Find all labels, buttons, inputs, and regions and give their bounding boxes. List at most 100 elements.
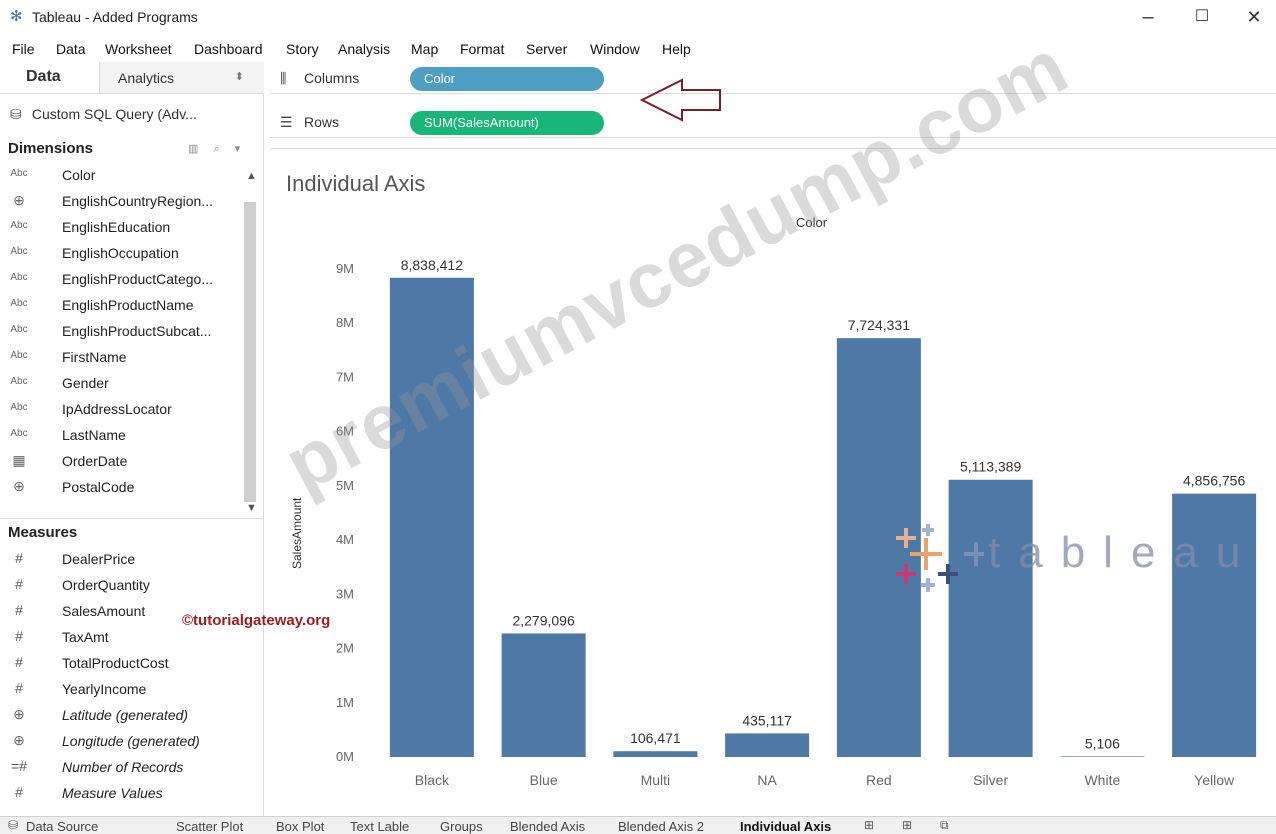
- dimension-field-label: EnglishEducation: [62, 219, 171, 235]
- dimension-field-label: IpAddressLocator: [62, 401, 172, 417]
- number-type-icon: #: [15, 654, 23, 670]
- maximize-button[interactable]: ☐: [1184, 4, 1220, 30]
- new-worksheet-icon[interactable]: ⊞: [864, 818, 874, 832]
- measure-field[interactable]: # DealerPrice: [0, 550, 240, 576]
- measure-field-label: Number of Records: [62, 759, 184, 775]
- menu-story[interactable]: Story: [286, 41, 319, 57]
- dimensions-heading: Dimensions: [8, 140, 94, 157]
- measure-field-label: TotalProductCost: [62, 655, 169, 671]
- dimension-field[interactable]: Abc EnglishProductCatego...: [0, 270, 240, 296]
- tab-individual-axis[interactable]: Individual Axis: [740, 819, 831, 834]
- chevron-down-icon[interactable]: ▼: [246, 502, 257, 514]
- data-label: 8,838,412: [401, 257, 463, 273]
- tab-groups[interactable]: Groups: [440, 819, 483, 834]
- dimension-field-label: Gender: [62, 375, 109, 391]
- tab-box-plot[interactable]: Box Plot: [276, 819, 324, 834]
- dimension-field[interactable]: ▦ OrderDate: [0, 452, 240, 478]
- x-tick-label: Yellow: [1194, 772, 1235, 788]
- menu-dashboard[interactable]: Dashboard: [194, 41, 263, 57]
- dimensions-scrollbar[interactable]: [244, 202, 256, 502]
- tab-analytics-label: Analytics: [118, 70, 175, 86]
- globe-icon: ⊕: [13, 478, 25, 494]
- measure-field[interactable]: # TaxAmt: [0, 628, 240, 654]
- datasource-tab-icon: ⛁: [8, 818, 19, 832]
- measure-field[interactable]: =# Number of Records: [0, 758, 240, 784]
- bar-na[interactable]: [725, 733, 810, 757]
- menu-server[interactable]: Server: [526, 41, 567, 57]
- close-button[interactable]: ✕: [1236, 4, 1272, 30]
- bar-blue[interactable]: [501, 633, 586, 757]
- data-pane: Data Analytics ⬍ ⛁ Custom SQL Query (Adv…: [0, 62, 264, 816]
- measure-field[interactable]: # TotalProductCost: [0, 654, 240, 680]
- y-tick-label: 7M: [336, 369, 354, 384]
- y-tick-label: 9M: [336, 261, 354, 276]
- rows-pill-sum-salesamount[interactable]: SUM(SalesAmount): [410, 111, 604, 135]
- dimension-field-label: OrderDate: [62, 453, 128, 469]
- data-label: 7,724,331: [848, 317, 910, 333]
- dimension-field[interactable]: Abc Gender: [0, 374, 240, 400]
- chevron-up-icon[interactable]: ▲: [246, 170, 257, 182]
- data-label: 4,856,756: [1183, 473, 1245, 489]
- data-label: 106,471: [630, 730, 681, 746]
- bar-multi[interactable]: [613, 751, 698, 757]
- tab-scatter-plot[interactable]: Scatter Plot: [176, 819, 243, 834]
- dimension-field[interactable]: Abc LastName: [0, 426, 240, 452]
- tab-blended-axis[interactable]: Blended Axis: [510, 819, 585, 834]
- number-type-icon: #: [15, 784, 23, 800]
- tableau-app-icon: ✻: [10, 8, 23, 25]
- menu-map[interactable]: Map: [411, 41, 438, 57]
- columns-icon: ⫼: [280, 70, 287, 86]
- menu-file[interactable]: File: [12, 41, 35, 57]
- columns-label: Columns: [304, 70, 360, 86]
- menu-format[interactable]: Format: [460, 41, 504, 57]
- dimension-field[interactable]: Abc EnglishOccupation: [0, 244, 240, 270]
- globe-icon: ⊕: [13, 732, 25, 748]
- annotation-arrow: [640, 78, 721, 122]
- tab-text-lable[interactable]: Text Lable: [350, 819, 409, 834]
- dimension-field[interactable]: Abc FirstName: [0, 348, 240, 374]
- measure-field[interactable]: # YearlyIncome: [0, 680, 240, 706]
- string-type-icon: Abc: [10, 376, 28, 387]
- tab-data[interactable]: Data: [0, 62, 100, 94]
- menu-data[interactable]: Data: [56, 41, 86, 57]
- rows-icon: ☰: [280, 114, 293, 130]
- tab-blended-axis-2[interactable]: Blended Axis 2: [618, 819, 704, 834]
- measure-field[interactable]: ⊕ Latitude (generated): [0, 706, 240, 732]
- y-tick-label: 0M: [336, 749, 354, 764]
- menu-window[interactable]: Window: [590, 41, 640, 57]
- x-tick-label: Black: [415, 772, 450, 788]
- y-tick-label: 1M: [336, 695, 354, 710]
- dimension-field-label: FirstName: [62, 349, 127, 365]
- dimension-field[interactable]: ⊕ EnglishCountryRegion...: [0, 192, 240, 218]
- measure-field[interactable]: # OrderQuantity: [0, 576, 240, 602]
- x-tick-label: White: [1084, 772, 1120, 788]
- dimension-field[interactable]: Abc Color: [0, 166, 240, 192]
- tab-analytics[interactable]: Analytics ⬍: [100, 62, 264, 94]
- dimension-field[interactable]: Abc IpAddressLocator: [0, 400, 240, 426]
- y-tick-label: 2M: [336, 641, 354, 656]
- measure-field-label: TaxAmt: [62, 629, 109, 645]
- bar-white[interactable]: [1060, 756, 1145, 757]
- measure-field-label: Latitude (generated): [62, 707, 189, 723]
- y-tick-label: 8M: [336, 315, 354, 330]
- measure-field[interactable]: ⊕ Longitude (generated): [0, 732, 240, 758]
- menu-help[interactable]: Help: [662, 41, 691, 57]
- dimension-field[interactable]: ⊕ PostalCode: [0, 478, 240, 504]
- database-icon: ⛁: [10, 106, 22, 122]
- columns-pill-color[interactable]: Color: [410, 67, 604, 91]
- menu-worksheet[interactable]: Worksheet: [105, 41, 172, 57]
- rows-shelf: ☰ Rows SUM(SalesAmount): [270, 108, 1276, 138]
- dimension-field[interactable]: Abc EnglishProductName: [0, 296, 240, 322]
- dimension-field[interactable]: Abc EnglishProductSubcat...: [0, 322, 240, 348]
- string-type-icon: Abc: [10, 298, 28, 309]
- minimize-button[interactable]: –: [1130, 4, 1166, 30]
- measure-field[interactable]: # Measure Values: [0, 784, 240, 810]
- new-dashboard-icon[interactable]: ⊞: [902, 818, 912, 832]
- menu-analysis[interactable]: Analysis: [338, 41, 390, 57]
- new-story-icon[interactable]: ⧉: [940, 818, 949, 833]
- tab-data-source[interactable]: Data Source: [26, 819, 98, 834]
- datasource-item[interactable]: ⛁ Custom SQL Query (Adv...: [0, 100, 264, 128]
- measure-field-label: Longitude (generated): [62, 733, 200, 749]
- dimension-field[interactable]: Abc EnglishEducation: [0, 218, 240, 244]
- dimension-tools-icons[interactable]: ▥ ⌕ ▾: [188, 142, 246, 156]
